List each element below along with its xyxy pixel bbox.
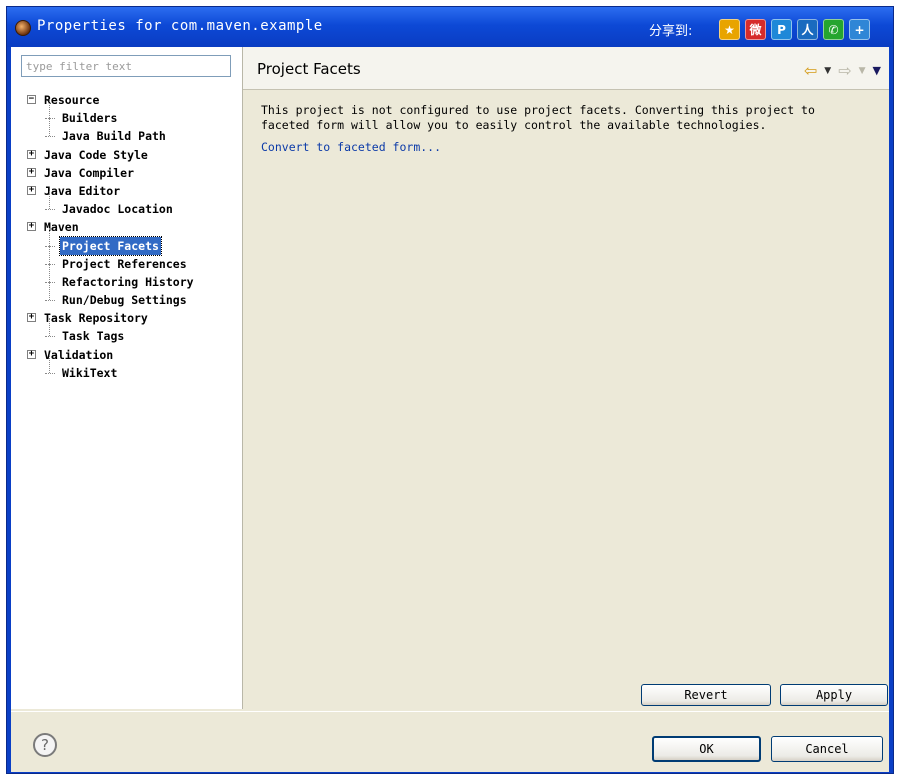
tree-line (49, 227, 50, 246)
back-arrow-icon[interactable]: ⇦ (804, 61, 817, 80)
tree-item-label: Java Code Style (44, 147, 148, 162)
revert-button[interactable]: Revert (641, 684, 771, 706)
share-icons: ★ 微 P 人 ✆ + (719, 19, 870, 40)
window-title: Properties for com.maven.example (37, 18, 323, 34)
renren-icon[interactable]: 人 (797, 19, 818, 40)
tree-item-label: Builders (62, 111, 118, 126)
navigation-panel: −Resource Builders Java Build Path + Java Co… (11, 47, 243, 709)
tree-line (49, 354, 50, 373)
share-label: 分享到: (649, 24, 693, 39)
page-header: Project Facets ⇦ ▼ ⇨ ▼ ▼ (243, 47, 889, 90)
tree-connector (45, 300, 55, 302)
tree-connector (45, 118, 55, 120)
tree-item-label: Javadoc Location (62, 202, 173, 217)
tree-connector (45, 263, 55, 265)
eclipse-icon (15, 20, 31, 36)
tree-line (49, 282, 50, 301)
tree-connector (45, 136, 55, 138)
tree-line (49, 245, 50, 264)
tree-item-label: Resource (44, 93, 100, 107)
page-description: This project is not configured to use pr… (261, 103, 815, 132)
tree-item-label: Java Compiler (44, 165, 135, 180)
expand-icon[interactable]: + (27, 167, 36, 177)
tree-connector (45, 372, 55, 374)
property-page: Project Facets ⇦ ▼ ⇨ ▼ ▼ This project is… (243, 47, 889, 709)
properties-dialog: Properties for com.maven.example 分享到: ★ 微… (6, 6, 894, 774)
title-bar[interactable]: Properties for com.maven.example 分享到: ★ 微… (7, 7, 893, 47)
dialog-body: −Resource Builders Java Build Path + Java Co… (11, 47, 889, 772)
expand-icon[interactable]: + (27, 185, 36, 195)
tree-line (49, 100, 50, 119)
tree-connector (45, 245, 55, 247)
tree-item-label: Project Facets (59, 235, 162, 256)
apply-button[interactable]: Apply (780, 684, 888, 706)
forward-dropdown-icon: ▼ (858, 65, 866, 76)
wechat-icon[interactable]: ✆ (823, 19, 844, 40)
tree-item-label: Task Repository (44, 311, 148, 326)
filter-input[interactable] (21, 55, 231, 77)
expand-icon[interactable]: + (27, 349, 36, 359)
tree-item-label: Project References (62, 256, 187, 271)
cancel-button[interactable]: Cancel (771, 736, 883, 762)
ok-button[interactable]: OK (652, 736, 761, 762)
tree-item-label: Run/Debug Settings (62, 293, 187, 308)
forward-arrow-icon: ⇨ (838, 61, 852, 80)
tree-line (49, 118, 50, 137)
expand-icon[interactable]: + (27, 313, 36, 323)
page-navigation: ⇦ ▼ ⇨ ▼ ▼ (804, 61, 881, 80)
help-icon[interactable]: ? (33, 733, 57, 757)
tree-item-label: Task Tags (62, 329, 125, 344)
more-icon[interactable]: + (849, 19, 870, 40)
tree-connector (45, 336, 55, 338)
tree-line (49, 318, 50, 337)
collapse-icon[interactable]: − (27, 95, 36, 104)
back-dropdown-icon[interactable]: ▼ (824, 66, 831, 76)
tree-item-label: Maven (44, 220, 79, 235)
qzone-icon[interactable]: ★ (719, 19, 740, 40)
expand-icon[interactable]: + (27, 222, 36, 232)
pengyou-icon[interactable]: P (771, 19, 792, 40)
tree-item-label: Java Editor (44, 183, 121, 198)
tree-line (49, 263, 50, 282)
tree-item-label: Java Build Path (62, 129, 166, 144)
tree-item-label: WikiText (62, 365, 118, 380)
page-title: Project Facets (257, 60, 361, 78)
dialog-footer: ? OK Cancel (11, 711, 889, 772)
expand-icon[interactable]: + (27, 149, 36, 159)
convert-to-faceted-form-link[interactable]: Convert to faceted form... (261, 140, 441, 154)
tree-item-label: Validation (44, 347, 114, 362)
tree-line (49, 191, 50, 210)
view-menu-icon[interactable]: ▼ (873, 64, 881, 77)
tree-connector (45, 281, 55, 283)
weibo-icon[interactable]: 微 (745, 19, 766, 40)
tree-connector (45, 209, 55, 211)
tree-item-label: Refactoring History (62, 274, 194, 289)
